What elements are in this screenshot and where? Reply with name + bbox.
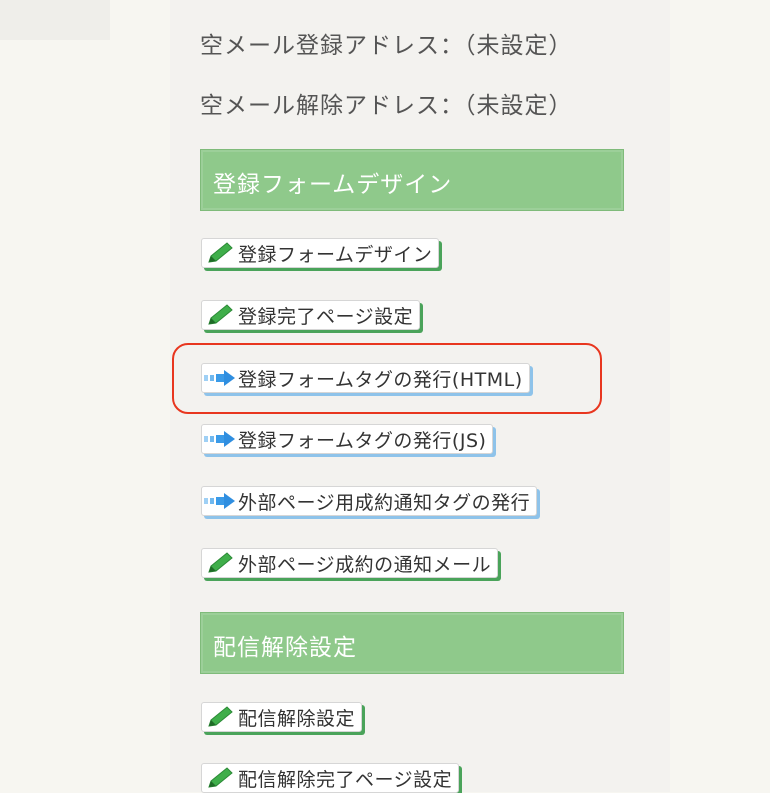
button-label: 登録フォームタグの発行(JS)	[238, 429, 487, 452]
section-title: 登録フォームデザイン	[213, 172, 453, 198]
button-label: 登録フォームデザイン	[238, 243, 433, 266]
unsubscribe-settings-button[interactable]: 配信解除設定	[201, 702, 363, 732]
registration-complete-page-button[interactable]: 登録完了ページ設定	[201, 300, 421, 330]
section-header-unsubscribe: 配信解除設定	[200, 612, 624, 674]
section-header-form-design: 登録フォームデザイン	[200, 149, 624, 211]
button-label: 配信解除完了ページ設定	[238, 768, 453, 791]
button-label: 外部ページ用成約通知タグの発行	[238, 491, 531, 514]
top-left-panel	[0, 0, 110, 40]
external-conversion-mail-button[interactable]: 外部ページ成約の通知メール	[201, 548, 499, 578]
unsubscribe-complete-page-button[interactable]: 配信解除完了ページ設定	[201, 763, 460, 793]
empty-mail-register-address: 空メール登録アドレス：（未設定）	[200, 33, 573, 59]
arrow-right-icon	[202, 487, 238, 515]
section-title: 配信解除設定	[213, 635, 357, 661]
pencil-icon	[202, 301, 238, 329]
button-label: 外部ページ成約の通知メール	[238, 553, 492, 576]
highlight-annotation	[172, 343, 602, 414]
pencil-icon	[202, 764, 238, 792]
arrow-right-icon	[202, 425, 238, 453]
external-conversion-tag-button[interactable]: 外部ページ用成約通知タグの発行	[201, 486, 538, 516]
pencil-icon	[202, 703, 238, 731]
issue-form-tag-js-button[interactable]: 登録フォームタグの発行(JS)	[201, 424, 494, 454]
empty-mail-cancel-address: 空メール解除アドレス：（未設定）	[200, 93, 573, 119]
form-design-button[interactable]: 登録フォームデザイン	[201, 238, 440, 268]
pencil-icon	[202, 239, 238, 267]
button-label: 登録完了ページ設定	[238, 305, 414, 328]
pencil-icon	[202, 549, 238, 577]
button-label: 配信解除設定	[238, 707, 356, 730]
